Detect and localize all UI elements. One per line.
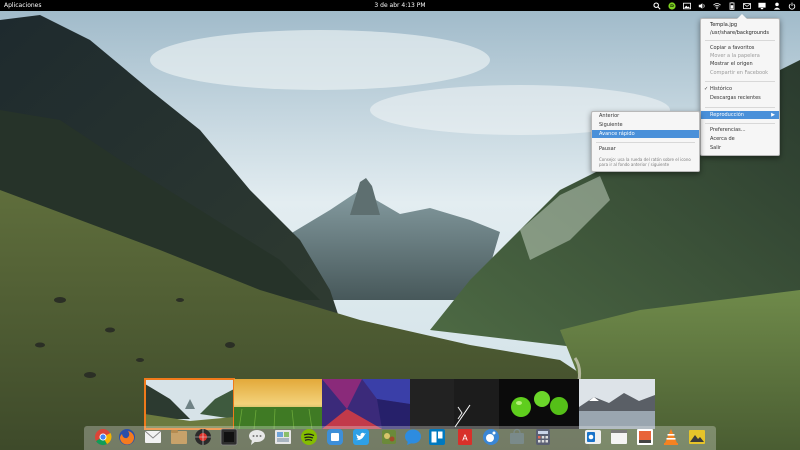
image-icon[interactable] bbox=[682, 1, 691, 10]
files-icon[interactable] bbox=[170, 428, 188, 446]
applications-menu-button[interactable]: Aplicaciones bbox=[4, 0, 41, 11]
indicator-area bbox=[652, 0, 796, 11]
trello-icon[interactable] bbox=[428, 428, 446, 446]
history-label: Histórico bbox=[710, 86, 733, 92]
wallpaper-thumbnail-strip bbox=[144, 378, 655, 430]
menu-separator bbox=[705, 81, 775, 82]
package-icon[interactable] bbox=[326, 428, 344, 446]
top-panel: Aplicaciones 3 de abr 4:13 PM bbox=[0, 0, 800, 11]
pause-item[interactable]: Pausar bbox=[592, 145, 699, 153]
next-item[interactable]: Siguiente bbox=[592, 121, 699, 129]
playback-submenu-item[interactable]: Reproducción ▶ bbox=[701, 111, 779, 119]
thumbnail-mountain-valley[interactable] bbox=[144, 378, 235, 430]
thumbnail-green-apples[interactable] bbox=[499, 379, 579, 429]
show-source-item[interactable]: Mostrar el origen bbox=[701, 60, 779, 68]
mail-icon[interactable] bbox=[742, 1, 751, 10]
game-icon[interactable] bbox=[380, 428, 398, 446]
thumbnail-snow-mountain-lake[interactable] bbox=[579, 379, 655, 429]
thumbnail-purple-polygons[interactable] bbox=[322, 379, 410, 429]
menu-separator bbox=[705, 123, 775, 124]
vlc-icon[interactable] bbox=[662, 428, 680, 446]
recent-downloads-item[interactable]: Descargas recientes bbox=[701, 94, 779, 102]
thumbnail-dark-cursor[interactable] bbox=[410, 379, 499, 429]
share-facebook-item[interactable]: Compartir en Facebook bbox=[701, 69, 779, 77]
scroll-hint: Consejo: usa la rueda del ratón sobre el… bbox=[599, 157, 691, 167]
store-icon[interactable] bbox=[508, 428, 526, 446]
calculator-icon[interactable] bbox=[534, 428, 552, 446]
messenger-icon[interactable] bbox=[404, 428, 422, 446]
thumbnail-green-field-sunset[interactable] bbox=[234, 379, 322, 429]
battery-icon[interactable] bbox=[727, 1, 736, 10]
acrobat-icon[interactable]: A bbox=[456, 428, 474, 446]
menu-separator bbox=[705, 40, 775, 41]
chat-icon[interactable] bbox=[248, 428, 266, 446]
volume-icon[interactable] bbox=[697, 1, 706, 10]
image-viewer-icon[interactable] bbox=[636, 428, 654, 446]
power-icon[interactable] bbox=[787, 1, 796, 10]
playback-submenu: Anterior Siguiente Avance rápido Pausar … bbox=[591, 111, 700, 172]
chrome-icon[interactable] bbox=[94, 428, 112, 446]
search-icon[interactable] bbox=[652, 1, 661, 10]
dock: A bbox=[84, 426, 716, 450]
wallpaper-filename: Templa.jpg bbox=[710, 22, 738, 28]
copy-to-favorites-item[interactable]: Copiar a favoritos bbox=[701, 44, 779, 52]
wallpaper-icon[interactable] bbox=[688, 428, 706, 446]
spotify-icon[interactable] bbox=[667, 1, 676, 10]
mail-icon[interactable] bbox=[144, 428, 162, 446]
spotify-icon[interactable] bbox=[300, 428, 318, 446]
screenshot-icon[interactable] bbox=[194, 428, 212, 446]
submenu-arrow-icon: ▶ bbox=[771, 112, 775, 118]
monitor-icon[interactable] bbox=[757, 1, 766, 10]
gnome-icon[interactable] bbox=[482, 428, 500, 446]
previous-item[interactable]: Anterior bbox=[592, 112, 699, 120]
move-to-trash-item[interactable]: Mover a la papelera bbox=[701, 52, 779, 60]
outlook-icon[interactable] bbox=[584, 428, 602, 446]
wifi-icon[interactable] bbox=[712, 1, 721, 10]
menu-pointer bbox=[737, 14, 747, 19]
playback-label: Reproducción bbox=[710, 112, 744, 118]
notes-icon[interactable] bbox=[610, 428, 628, 446]
history-item[interactable]: ✓ Histórico bbox=[701, 85, 779, 93]
menu-separator bbox=[596, 142, 695, 143]
firefox-icon[interactable] bbox=[118, 428, 136, 446]
about-item[interactable]: Acerca de bbox=[701, 135, 779, 143]
preferences-item[interactable]: Preferencias... bbox=[701, 126, 779, 134]
check-icon: ✓ bbox=[704, 86, 709, 92]
quit-item[interactable]: Salir bbox=[701, 144, 779, 152]
twitter-icon[interactable] bbox=[352, 428, 370, 446]
menu-separator bbox=[705, 107, 775, 108]
clock-button[interactable]: 3 de abr 4:13 PM bbox=[374, 2, 425, 9]
terminal-icon[interactable] bbox=[220, 428, 238, 446]
fast-forward-item[interactable]: Avance rápido bbox=[592, 130, 699, 138]
user-icon[interactable] bbox=[772, 1, 781, 10]
wallpaper-menu: Templa.jpg /usr/share/backgrounds Copiar… bbox=[700, 14, 780, 156]
photos-icon[interactable] bbox=[274, 428, 292, 446]
svg-text:A: A bbox=[462, 434, 468, 443]
wallpaper-path: /usr/share/backgrounds bbox=[710, 30, 769, 36]
